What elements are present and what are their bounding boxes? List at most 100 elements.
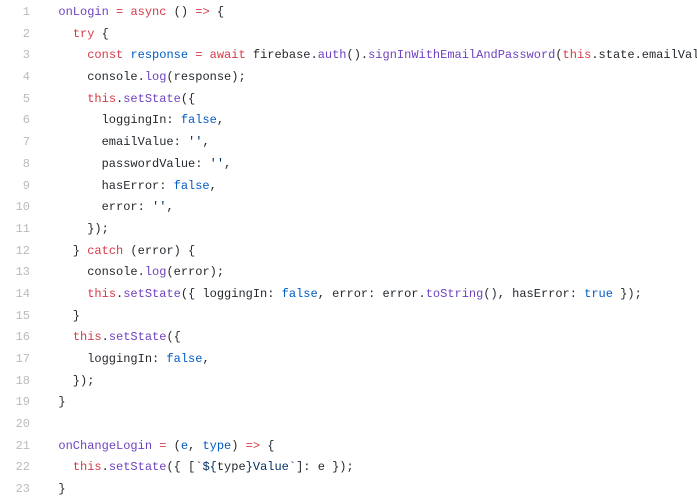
code-line[interactable]: } — [44, 392, 697, 414]
token-kw: this — [563, 48, 592, 62]
token-plain — [44, 460, 73, 474]
line-number-gutter: 1234567891011121314151617181920212223 — [0, 2, 30, 501]
token-fn: onLogin — [58, 5, 108, 19]
code-content[interactable]: onLogin = async () => { try { const resp… — [30, 2, 697, 501]
line-number: 15 — [0, 306, 30, 328]
code-line[interactable]: this.setState({ — [44, 327, 697, 349]
token-fn: setState — [109, 460, 167, 474]
token-kw: => — [195, 5, 209, 19]
token-fn: setState — [109, 330, 167, 344]
code-line[interactable]: emailValue: '', — [44, 132, 697, 154]
line-number: 14 — [0, 284, 30, 306]
code-line[interactable]: console.log(response); — [44, 67, 697, 89]
token-plain: , — [188, 439, 202, 453]
token-plain — [44, 5, 58, 19]
token-plain — [44, 439, 58, 453]
token-plain: firebase. — [246, 48, 318, 62]
token-plain — [109, 5, 116, 19]
token-plain: .state.emailValue — [591, 48, 697, 62]
token-plain: (response); — [166, 70, 245, 84]
code-line[interactable] — [44, 414, 697, 436]
token-plain: (error) { — [123, 244, 195, 258]
token-plain — [44, 92, 87, 106]
token-fn: log — [145, 70, 167, 84]
token-plain: }); — [44, 222, 109, 236]
token-plain: { — [210, 5, 224, 19]
token-plain: . — [102, 460, 109, 474]
token-plain: } — [44, 395, 66, 409]
token-id: true — [584, 287, 613, 301]
token-plain: ({ — [181, 92, 195, 106]
token-str: `${ — [195, 460, 217, 474]
token-plain: ( — [555, 48, 562, 62]
token-plain: (). — [347, 48, 369, 62]
token-plain: } — [44, 309, 80, 323]
token-fn: onChangeLogin — [58, 439, 152, 453]
token-fn: log — [145, 265, 167, 279]
token-kw: this — [73, 460, 102, 474]
code-line[interactable]: try { — [44, 24, 697, 46]
token-plain: type — [217, 460, 246, 474]
token-plain: { — [94, 27, 108, 41]
line-number: 19 — [0, 392, 30, 414]
line-number: 2 — [0, 24, 30, 46]
code-line[interactable]: } — [44, 479, 697, 501]
code-line[interactable]: }); — [44, 371, 697, 393]
code-line[interactable]: } catch (error) { — [44, 241, 697, 263]
token-plain: hasError: — [44, 179, 174, 193]
line-number: 9 — [0, 176, 30, 198]
token-plain — [44, 330, 73, 344]
token-plain: , — [166, 200, 173, 214]
code-line[interactable]: loggingIn: false, — [44, 110, 697, 132]
token-id: false — [174, 179, 210, 193]
code-line[interactable]: onChangeLogin = (e, type) => { — [44, 436, 697, 458]
code-line[interactable]: this.setState({ loggingIn: false, error:… — [44, 284, 697, 306]
token-fn: setState — [123, 287, 181, 301]
line-number: 20 — [0, 414, 30, 436]
token-plain: }); — [44, 374, 94, 388]
line-number: 17 — [0, 349, 30, 371]
code-line[interactable]: loggingIn: false, — [44, 349, 697, 371]
token-id: false — [181, 113, 217, 127]
token-plain: . — [102, 330, 109, 344]
code-line[interactable]: error: '', — [44, 197, 697, 219]
code-line[interactable]: console.log(error); — [44, 262, 697, 284]
token-plain: console. — [44, 265, 145, 279]
token-id: type — [202, 439, 231, 453]
token-plain — [44, 48, 87, 62]
code-line[interactable]: onLogin = async () => { — [44, 2, 697, 24]
token-plain — [202, 48, 209, 62]
token-kw: async — [130, 5, 166, 19]
token-kw: this — [87, 287, 116, 301]
token-plain: }); — [613, 287, 642, 301]
code-line[interactable]: } — [44, 306, 697, 328]
token-id: e — [181, 439, 188, 453]
code-line[interactable]: const response = await firebase.auth().s… — [44, 45, 697, 67]
code-line[interactable]: hasError: false, — [44, 176, 697, 198]
line-number: 5 — [0, 89, 30, 111]
token-plain: , — [224, 157, 231, 171]
token-plain: , error: error. — [318, 287, 426, 301]
code-line[interactable]: }); — [44, 219, 697, 241]
code-line[interactable]: this.setState({ [`${type}Value`]: e }); — [44, 457, 697, 479]
code-line[interactable]: passwordValue: '', — [44, 154, 697, 176]
token-plain: ]: e }); — [296, 460, 354, 474]
line-number: 3 — [0, 45, 30, 67]
token-kw: => — [246, 439, 260, 453]
token-fn: auth — [318, 48, 347, 62]
token-fn: toString — [426, 287, 484, 301]
token-kw: try — [73, 27, 95, 41]
token-kw: this — [73, 330, 102, 344]
token-plain: { — [260, 439, 274, 453]
code-line[interactable]: this.setState({ — [44, 89, 697, 111]
token-plain: emailValue: — [44, 135, 188, 149]
token-plain: ({ [ — [166, 460, 195, 474]
token-kw: this — [87, 92, 116, 106]
token-str: '' — [152, 200, 166, 214]
line-number: 10 — [0, 197, 30, 219]
token-fn: setState — [123, 92, 181, 106]
line-number: 12 — [0, 241, 30, 263]
token-plain — [44, 27, 73, 41]
token-plain: , — [210, 179, 217, 193]
token-str: }Value` — [246, 460, 296, 474]
